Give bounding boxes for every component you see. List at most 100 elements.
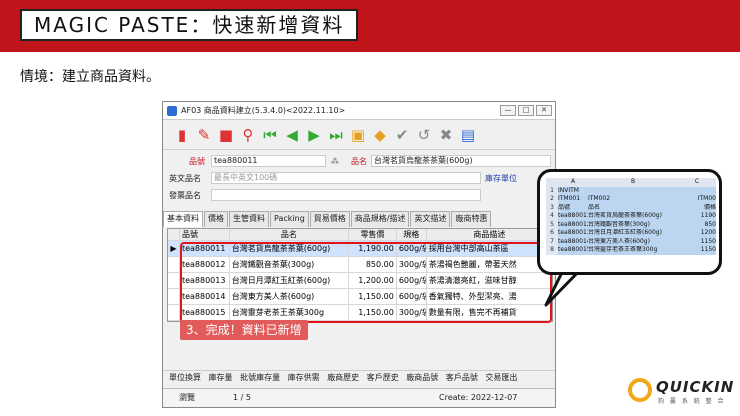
excel-cell: 台灣東方美人茶(600g)	[588, 237, 678, 246]
name-field[interactable]: 台灣茗貨烏龍茶茶葉(600g)	[371, 155, 551, 167]
excel-cell: ITM002	[588, 195, 678, 204]
name-label: 品名	[351, 157, 367, 166]
excel-row: 7 tea880014 台灣東方美人茶(600g) 1150	[546, 237, 716, 246]
bottom-tab-supply-demand[interactable]: 庫存供需	[288, 373, 320, 382]
row-marker: ▶	[168, 241, 180, 256]
excel-sheet: A B C 1 INVITM 2 ITM001 ITM002 ITM00 3 品號 品名 價格…	[546, 178, 716, 255]
excel-row: 6 tea880013 台灣日月潭紅玉紅茶(600g) 1200	[546, 229, 716, 238]
copy-icon[interactable]: ▣	[349, 126, 367, 144]
tab-basic[interactable]: 基本資料	[163, 211, 203, 227]
row-marker	[168, 257, 180, 272]
header-spec[interactable]: 規格	[397, 229, 427, 240]
excel-cell: 1200	[678, 229, 716, 238]
toolbar: ▮ ✎ ■ ⚲ ⏮ ◀ ▶ ⏭ ▣ ◆ ✔ ↺ ✖ ▤	[163, 120, 555, 150]
last-record-icon[interactable]: ⏭	[327, 126, 345, 144]
bottom-tab-customer-history[interactable]: 客戶歷史	[367, 373, 399, 382]
grid-header: 品號 品名 零售價 規格 商品描述	[168, 229, 552, 241]
tab-packing[interactable]: Packing	[270, 211, 309, 227]
excel-cell: 品名	[588, 203, 678, 212]
excel-col-c: C	[678, 178, 716, 187]
excel-row-number: 4	[546, 212, 558, 221]
tab-vendor-special[interactable]: 廠商特惠	[451, 211, 492, 227]
excel-cell: 850	[678, 220, 716, 229]
bottom-tab-vendor-code[interactable]: 廠商品號	[406, 373, 438, 382]
bottom-tab-vendor-history[interactable]: 廠商歷史	[327, 373, 359, 382]
excel-cell: 台灣靈芽老茶王茶葉300g	[588, 246, 678, 255]
bottom-tab-stock[interactable]: 庫存量	[209, 373, 233, 382]
excel-row: 8 tea880015 台灣靈芽老茶王茶葉300g 1150	[546, 246, 716, 255]
bottom-tab-trade-export[interactable]: 交易匯出	[485, 373, 517, 382]
excel-cell: tea880011	[558, 212, 588, 221]
confirm-check-icon[interactable]: ✔	[393, 126, 411, 144]
excel-cell: 品號	[558, 203, 588, 212]
excel-cell: 1150	[678, 237, 716, 246]
tab-price[interactable]: 價格	[204, 211, 228, 227]
tab-en-desc[interactable]: 英文描述	[410, 211, 451, 227]
unit-label: 庫存單位	[485, 174, 517, 183]
slide-title: MAGIC PASTE：快速新增資料	[20, 9, 359, 41]
excel-row-number: 2	[546, 195, 558, 204]
bottom-tab-strip: 單位換算 庫存量 批號庫存量 庫存供需 廠商歷史 客戶歷史 廠商品號 客戶品號 …	[163, 370, 555, 384]
excel-row: 1 INVITM	[546, 186, 716, 195]
excel-row: 3 品號 品名 價格	[546, 203, 716, 212]
excel-row-number: 5	[546, 220, 558, 229]
edit-pencil-icon[interactable]: ✎	[195, 126, 213, 144]
bottom-tab-unit-conversion[interactable]: 單位換算	[169, 373, 201, 382]
tab-trade-price[interactable]: 貿易價格	[309, 211, 350, 227]
status-bar: 瀏覽 1 / 5 Create: 2022-12-07	[163, 388, 555, 406]
magic-paste-icon[interactable]: ◆	[371, 126, 389, 144]
cancel-x-icon[interactable]: ✖	[437, 126, 455, 144]
excel-cell	[678, 186, 716, 195]
excel-row-number: 3	[546, 203, 558, 212]
form-row-code: 品號 tea880011 ⁂ 品名 台灣茗貨烏龍茶茶葉(600g)	[163, 154, 555, 169]
undo-icon[interactable]: ↺	[415, 126, 433, 144]
code-field[interactable]: tea880011	[211, 155, 326, 167]
search-icon[interactable]: ⚲	[239, 126, 257, 144]
close-button[interactable]: ✕	[536, 105, 552, 116]
code-label: 品號	[189, 157, 205, 166]
next-record-icon[interactable]: ▶	[305, 126, 323, 144]
form-row-invoice: 發票品名	[163, 188, 555, 203]
excel-row-number: 6	[546, 229, 558, 238]
tab-production[interactable]: 生管資料	[229, 211, 269, 227]
invoice-field[interactable]	[211, 189, 481, 201]
quickin-logo: QUICKIN 鈞 贏 系 統 整 合	[628, 376, 733, 408]
context-text: 情境：建立商品資料。	[20, 69, 160, 85]
app-icon	[167, 106, 177, 116]
excel-cell: ITM00	[678, 195, 716, 204]
excel-cell: 台灣茗貨烏龍茶茶葉(600g)	[588, 212, 678, 221]
prev-record-icon[interactable]: ◀	[283, 126, 301, 144]
excel-row-number: 8	[546, 246, 558, 255]
minimize-button[interactable]: —	[500, 105, 516, 116]
excel-row: 5 tea880012 台灣鐵觀音茶葉(300g) 850	[546, 220, 716, 229]
excel-col-a: A	[558, 178, 588, 187]
bottom-tab-lot-stock[interactable]: 批號庫存量	[240, 373, 280, 382]
excel-cell: tea880015	[558, 246, 588, 255]
tree-icon[interactable]: ⁂	[331, 154, 339, 169]
delete-trash-icon[interactable]: ■	[217, 126, 235, 144]
new-doc-icon[interactable]: ▮	[173, 126, 191, 144]
excel-cell: 價格	[678, 203, 716, 212]
header-desc[interactable]: 商品描述	[427, 229, 552, 240]
maximize-button[interactable]: □	[518, 105, 534, 116]
excel-cell: ITM001	[558, 195, 588, 204]
window-title: AF03 商品資料建立(5.3.4.0)<2022.11.10>	[181, 106, 346, 115]
excel-header-row: A B C	[546, 178, 716, 187]
row-marker	[168, 289, 180, 304]
form-row-en: 英文品名 最長中英文100碼 庫存單位	[163, 171, 555, 186]
book-icon[interactable]: ▤	[459, 126, 477, 144]
excel-preview-bubble: A B C 1 INVITM 2 ITM001 ITM002 ITM00 3 品號 品名 價格…	[537, 169, 722, 275]
tab-spec[interactable]: 商品規格/描述	[350, 211, 410, 227]
excel-cell: tea880014	[558, 237, 588, 246]
bottom-tab-customer-code[interactable]: 客戶品號	[446, 373, 478, 382]
header-code[interactable]: 品號	[180, 229, 230, 240]
excel-corner	[546, 178, 558, 187]
excel-cell: 台灣日月潭紅玉紅茶(600g)	[588, 229, 678, 238]
header-price[interactable]: 零售價	[349, 229, 397, 240]
en-name-field[interactable]: 最長中英文100碼	[211, 172, 481, 184]
first-record-icon[interactable]: ⏮	[261, 126, 279, 144]
excel-cell: tea880013	[558, 229, 588, 238]
header-name[interactable]: 品名	[230, 229, 350, 240]
logo-subtitle: 鈞 贏 系 統 整 合	[658, 398, 726, 405]
excel-cell	[588, 186, 678, 195]
